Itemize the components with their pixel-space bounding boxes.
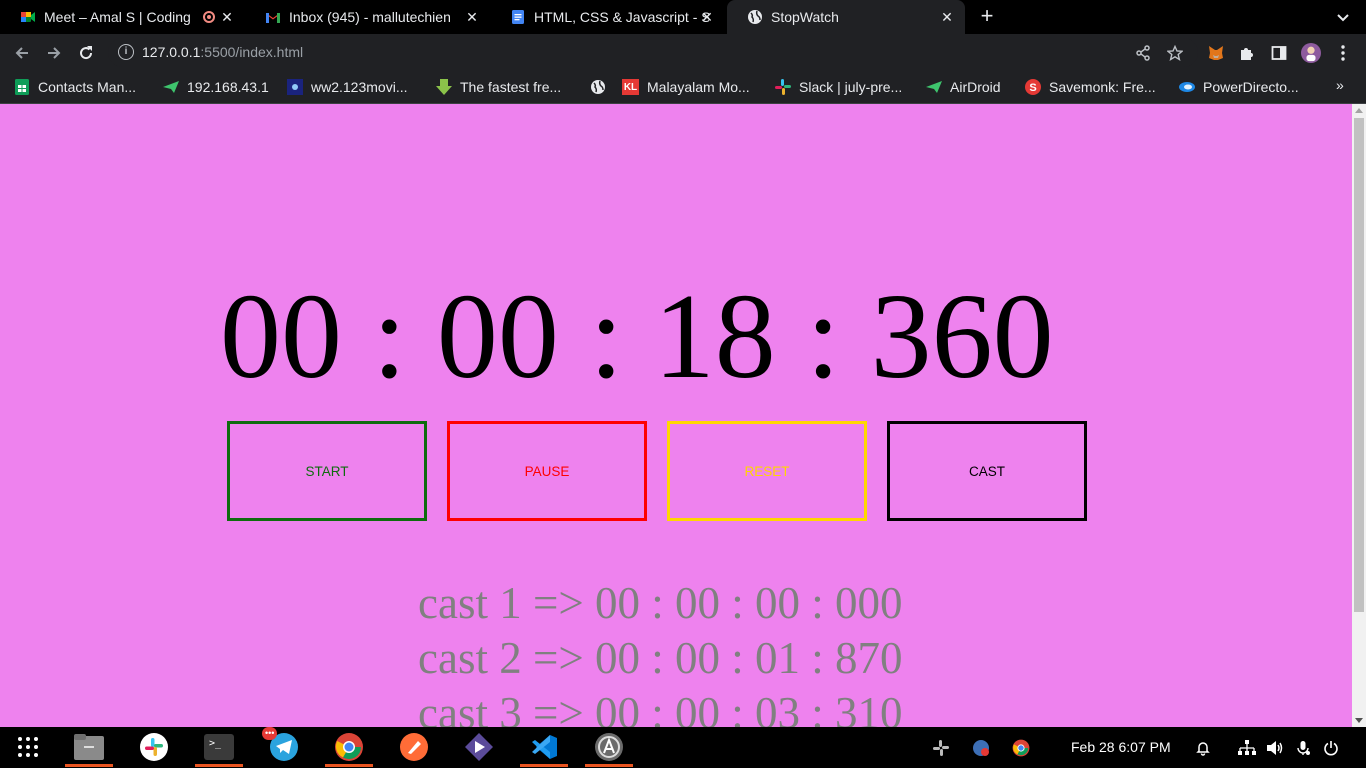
bookmark-item[interactable]: Slack | july-pre... [775, 77, 902, 97]
back-icon[interactable] [11, 42, 33, 64]
close-tab-icon[interactable]: ✕ [699, 9, 715, 25]
bookmark-item[interactable]: ww2.123movi... [287, 77, 407, 97]
bell-icon[interactable] [1194, 739, 1212, 757]
docs-icon [510, 9, 526, 25]
postman-icon[interactable] [398, 731, 430, 763]
info-icon[interactable]: i [118, 44, 134, 60]
svg-text:S: S [1029, 82, 1036, 94]
download-icon [436, 79, 452, 95]
slack-icon [775, 79, 791, 95]
powerdirector-icon [1179, 79, 1195, 95]
chrome-icon[interactable] [325, 731, 373, 767]
volume-icon[interactable] [1266, 739, 1284, 757]
telegram-icon[interactable]: ••• [262, 727, 300, 763]
bookmark-item[interactable]: AirDroid [926, 77, 1001, 97]
record-tray-icon[interactable] [972, 739, 990, 757]
cast-button[interactable]: CAST [887, 421, 1087, 521]
clock[interactable]: Feb 28 6:07 PM [1071, 739, 1171, 755]
metamask-icon[interactable] [1206, 43, 1226, 63]
bookmarks-overflow-button[interactable]: » [1336, 77, 1344, 93]
forward-icon[interactable] [43, 42, 65, 64]
bookmark-item[interactable]: Contacts Man... [14, 77, 136, 97]
tab-title: StopWatch [771, 9, 839, 25]
tab-title: HTML, CSS & Javascript - S [534, 9, 709, 25]
bookmark-item[interactable] [590, 77, 614, 97]
close-tab-icon[interactable]: ✕ [939, 9, 955, 25]
tab-strip: Meet – Amal S | Coding ✕ Inbox (945) - m… [0, 0, 1366, 34]
slack-tray-icon[interactable] [932, 739, 950, 757]
globe-icon [747, 9, 763, 25]
reload-icon[interactable] [75, 42, 97, 64]
list-item: cast 3 => 00 : 00 : 03 : 310 [418, 688, 903, 727]
address-bar[interactable]: i 127.0.0.1:5500/index.html [108, 38, 1198, 67]
share-icon[interactable] [1134, 44, 1152, 62]
url-text: 127.0.0.1:5500/index.html [142, 44, 304, 60]
tab-title: Meet – Amal S | Coding [44, 9, 191, 25]
stopwatch-display: 00 : 00 : 18 : 360 [220, 269, 1054, 404]
extensions-icon[interactable] [1237, 43, 1257, 63]
star-icon[interactable] [1166, 44, 1184, 62]
browser-toolbar: i 127.0.0.1:5500/index.html [0, 34, 1366, 71]
gmail-icon [265, 9, 281, 25]
svg-text:>_: >_ [209, 738, 222, 749]
airdroid-icon [926, 79, 942, 95]
slack-icon[interactable] [138, 731, 170, 763]
bookmark-item[interactable]: KL Malayalam Mo... [622, 77, 750, 97]
notification-badge: ••• [262, 727, 278, 740]
network-icon[interactable] [1238, 739, 1256, 757]
bookmark-item[interactable]: The fastest fre... [436, 77, 561, 97]
kl-icon: KL [622, 79, 639, 95]
list-item: cast 1 => 00 : 00 : 00 : 000 [418, 578, 903, 628]
terminal-icon[interactable]: >_ [195, 731, 243, 767]
software-updater-icon[interactable] [585, 731, 633, 767]
pause-button[interactable]: PAUSE [447, 421, 647, 521]
files-icon[interactable] [65, 731, 113, 767]
close-tab-icon[interactable]: ✕ [219, 9, 235, 25]
more-menu-icon[interactable] [1333, 43, 1353, 63]
apps-grid-icon[interactable] [12, 731, 44, 763]
bookmark-item[interactable]: 192.168.43.1 [163, 77, 269, 97]
kdenlive-icon[interactable] [463, 731, 495, 763]
tab-gmail[interactable]: Inbox (945) - mallutechien ✕ [245, 0, 490, 34]
bookmark-item[interactable]: PowerDirecto... [1179, 77, 1299, 97]
bookmarks-bar: Contacts Man... 192.168.43.1 ww2.123movi… [0, 71, 1366, 104]
scrollbar-thumb[interactable] [1354, 118, 1364, 612]
cast-list: cast 1 => 00 : 00 : 00 : 000 cast 2 => 0… [418, 576, 1118, 727]
page-scrollbar[interactable] [1352, 104, 1366, 727]
microphone-icon[interactable] [1294, 739, 1312, 757]
stopwatch-page: 00 : 00 : 18 : 360 START PAUSE RESET CAS… [0, 104, 1352, 727]
list-item: cast 2 => 00 : 00 : 01 : 870 [418, 633, 903, 683]
vscode-icon[interactable] [520, 731, 568, 767]
recording-icon [203, 11, 215, 23]
scroll-down-icon[interactable] [1355, 718, 1363, 723]
start-button[interactable]: START [227, 421, 427, 521]
side-panel-icon[interactable] [1269, 43, 1289, 63]
tab-title: Inbox (945) - mallutechien [289, 9, 451, 25]
scroll-up-icon[interactable] [1355, 108, 1363, 113]
savemonk-icon: S [1025, 79, 1041, 95]
avatar[interactable] [1301, 43, 1321, 63]
new-tab-button[interactable]: + [976, 5, 998, 28]
chrome-tray-icon[interactable] [1012, 739, 1030, 757]
tab-stopwatch[interactable]: StopWatch ✕ [727, 0, 965, 34]
tab-meet[interactable]: Meet – Amal S | Coding ✕ [0, 0, 245, 34]
airdroid-icon [163, 79, 179, 95]
sheets-icon [14, 79, 30, 95]
bookmark-item[interactable]: S Savemonk: Fre... [1025, 77, 1156, 97]
close-tab-icon[interactable]: ✕ [464, 9, 480, 25]
reset-button[interactable]: RESET [667, 421, 867, 521]
taskbar: >_ ••• Feb 28 6:07 PM [0, 727, 1366, 768]
power-icon[interactable] [1322, 739, 1340, 757]
globe-icon [590, 79, 606, 95]
tab-docs[interactable]: HTML, CSS & Javascript - S ✕ [490, 0, 725, 34]
movie-icon [287, 79, 303, 95]
chevron-down-icon[interactable] [1334, 8, 1352, 26]
meet-icon [20, 9, 36, 25]
